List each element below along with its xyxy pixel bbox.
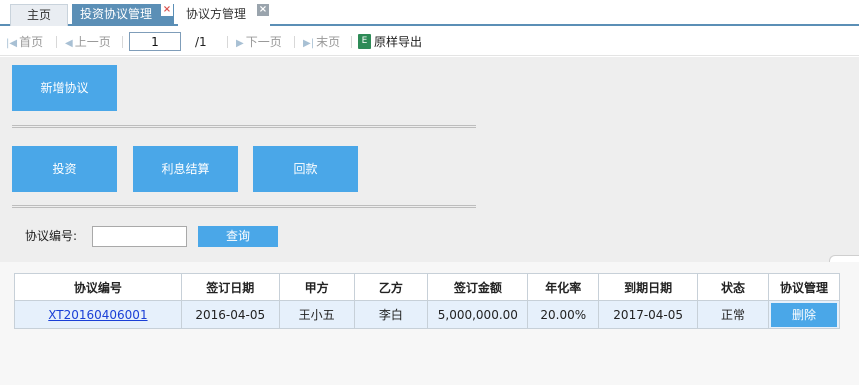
- next-page-button[interactable]: ▶ 下一页: [236, 34, 282, 50]
- divider: [12, 205, 476, 208]
- separator: [122, 36, 123, 48]
- cell-due-date: 2017-04-05: [598, 300, 699, 329]
- interest-settlement-button[interactable]: 利息结算: [133, 146, 238, 192]
- divider: [12, 125, 476, 128]
- first-page-icon: |◀: [6, 38, 18, 49]
- tab-party-management[interactable]: 协议方管理 ×: [178, 4, 270, 26]
- panel-corner: [829, 255, 859, 262]
- page-number-input[interactable]: [129, 32, 181, 51]
- close-icon[interactable]: ×: [257, 4, 269, 16]
- repayment-button[interactable]: 回款: [253, 146, 358, 192]
- table-header-row: 协议编号 签订日期 甲方 乙方 签订金额 年化率 到期日期 状态 协议管理: [14, 273, 841, 301]
- first-page-button[interactable]: |◀ 首页: [6, 34, 43, 50]
- tab-label: 协议方管理: [186, 7, 247, 21]
- separator: [351, 36, 352, 48]
- excel-icon: E: [358, 34, 371, 49]
- column-header[interactable]: 协议编号: [14, 273, 182, 301]
- column-header[interactable]: 签订金额: [427, 273, 529, 301]
- page-total: /1: [195, 35, 207, 49]
- table-row[interactable]: XT20160406001 2016-04-05 王小五 李白 5,000,00…: [14, 300, 841, 329]
- tab-home[interactable]: 主页: [10, 4, 68, 26]
- separator: [294, 36, 295, 48]
- cell-sign-date: 2016-04-05: [180, 300, 280, 329]
- cell-party-a: 王小五: [278, 300, 355, 329]
- tab-investment-agreement[interactable]: 投资协议管理 ×: [72, 4, 174, 26]
- cell-status: 正常: [697, 300, 769, 329]
- separator: [227, 36, 228, 48]
- add-agreement-button[interactable]: 新增协议: [12, 65, 117, 111]
- search-label: 协议编号:: [25, 229, 78, 243]
- separator: [56, 36, 57, 48]
- agreement-number-input[interactable]: [92, 226, 187, 247]
- column-header[interactable]: 协议管理: [767, 273, 841, 301]
- search-button[interactable]: 查询: [198, 226, 278, 247]
- invest-button[interactable]: 投资: [12, 146, 117, 192]
- close-icon[interactable]: ×: [161, 4, 173, 16]
- column-header[interactable]: 到期日期: [598, 273, 699, 301]
- cell-action: 删除: [767, 300, 841, 329]
- last-page-button[interactable]: ▶| 末页: [303, 34, 340, 50]
- column-header[interactable]: 年化率: [527, 273, 600, 301]
- agreement-id-link[interactable]: XT20160406001: [48, 308, 147, 322]
- tab-label: 投资协议管理: [80, 7, 153, 21]
- grid-area: 协议编号 签订日期 甲方 乙方 签订金额 年化率 到期日期 状态 协议管理 XT…: [0, 262, 859, 385]
- prev-page-icon: ◀: [65, 38, 73, 49]
- prev-page-button[interactable]: ◀ 上一页: [65, 34, 111, 50]
- tab-bar: 主页 投资协议管理 × 协议方管理 ×: [0, 0, 859, 26]
- column-header[interactable]: 乙方: [353, 273, 429, 301]
- cell-agreement-id: XT20160406001: [14, 300, 182, 329]
- export-button[interactable]: E 原样导出: [358, 34, 422, 50]
- column-header[interactable]: 甲方: [278, 273, 355, 301]
- action-panel: 新增协议 投资 利息结算 回款 协议编号: 查询: [0, 57, 859, 262]
- delete-button[interactable]: 删除: [770, 302, 837, 327]
- cell-party-b: 李白: [353, 300, 429, 329]
- pager-toolbar: |◀首页 ◀上一页 /1 ▶下一页 ▶|末页 E原样导出: [0, 28, 859, 56]
- next-page-icon: ▶: [236, 38, 244, 49]
- cell-rate: 20.00%: [527, 300, 600, 329]
- column-header[interactable]: 签订日期: [180, 273, 280, 301]
- agreement-table: 协议编号 签订日期 甲方 乙方 签订金额 年化率 到期日期 状态 协议管理 XT…: [14, 273, 841, 329]
- cell-amount: 5,000,000.00: [427, 300, 529, 329]
- column-header[interactable]: 状态: [697, 273, 769, 301]
- last-page-icon: ▶|: [303, 38, 315, 49]
